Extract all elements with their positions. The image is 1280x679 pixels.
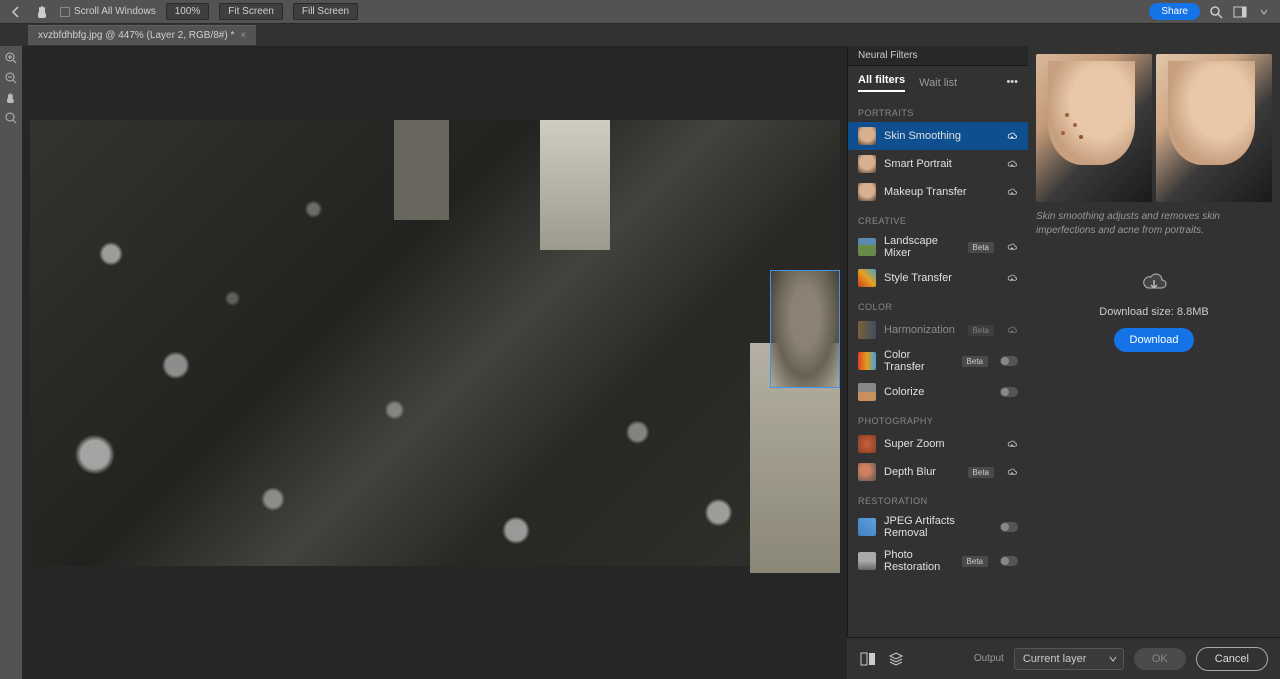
zoom-in-icon[interactable] <box>3 50 19 66</box>
section-color: COLOR <box>848 292 1028 316</box>
skin-smoothing-thumb-icon <box>858 127 876 145</box>
chevron-down-icon <box>1109 655 1117 663</box>
document-image <box>30 120 840 566</box>
filter-super-zoom[interactable]: Super Zoom <box>848 430 1028 458</box>
filter-detail-pane: Skin smoothing adjusts and removes skin … <box>1028 46 1280 679</box>
filter-style-transfer[interactable]: Style Transfer <box>848 264 1028 292</box>
options-toolbar: Scroll All Windows 100% Fit Screen Fill … <box>0 0 1280 24</box>
cloud-download-large-icon <box>1138 268 1170 296</box>
filter-harmonization[interactable]: Harmonization Beta <box>848 316 1028 344</box>
harmonization-thumb-icon <box>858 321 876 339</box>
output-label: Output <box>974 653 1004 664</box>
depth-blur-thumb-icon <box>858 463 876 481</box>
colorize-thumb-icon <box>858 383 876 401</box>
canvas[interactable] <box>22 46 847 679</box>
cloud-download-icon[interactable] <box>1006 186 1018 198</box>
filter-photo-restoration[interactable]: Photo Restoration Beta <box>848 544 1028 578</box>
color-transfer-thumb-icon <box>858 352 876 370</box>
filter-color-transfer[interactable]: Color Transfer Beta <box>848 344 1028 378</box>
fill-screen-button[interactable]: Fill Screen <box>293 3 358 20</box>
cloud-download-icon[interactable] <box>1006 158 1018 170</box>
zoom-level-button[interactable]: 100% <box>166 3 210 20</box>
smart-portrait-thumb-icon <box>858 155 876 173</box>
back-icon[interactable] <box>8 4 24 20</box>
panel-title: Neural Filters <box>848 46 1028 66</box>
makeup-transfer-thumb-icon <box>858 183 876 201</box>
style-transfer-thumb-icon <box>858 269 876 287</box>
hand-icon[interactable] <box>3 90 19 106</box>
cloud-download-icon[interactable] <box>1006 438 1018 450</box>
layers-icon[interactable] <box>887 650 905 668</box>
fit-screen-button[interactable]: Fit Screen <box>219 3 283 20</box>
cloud-download-icon[interactable] <box>1006 272 1018 284</box>
close-icon[interactable]: × <box>240 30 246 41</box>
filter-jpeg-artifacts[interactable]: JPEG Artifacts Removal <box>848 510 1028 544</box>
jpeg-artifacts-thumb-icon <box>858 518 876 536</box>
beta-badge: Beta <box>962 556 988 567</box>
hand-tool-icon[interactable] <box>34 4 50 20</box>
preview-after-image <box>1156 54 1272 202</box>
beta-badge: Beta <box>968 467 994 478</box>
document-tab[interactable]: xvzbfdhbfg.jpg @ 447% (Layer 2, RGB/8#) … <box>28 25 256 45</box>
bottom-bar: Output Current layer OK Cancel <box>847 637 1280 679</box>
beta-badge: Beta <box>968 325 994 336</box>
section-portraits: PORTRAITS <box>848 98 1028 122</box>
filter-description: Skin smoothing adjusts and removes skin … <box>1036 210 1272 238</box>
chevron-down-icon[interactable] <box>1256 4 1272 20</box>
photo-restoration-thumb-icon <box>858 552 876 570</box>
cloud-download-icon[interactable] <box>1006 324 1018 336</box>
beta-badge: Beta <box>968 242 994 253</box>
zoom-tool-icon[interactable] <box>3 110 19 126</box>
preview-before-image <box>1036 54 1152 202</box>
filter-makeup-transfer[interactable]: Makeup Transfer <box>848 178 1028 206</box>
cloud-download-icon[interactable] <box>1006 241 1018 253</box>
section-restoration: RESTORATION <box>848 486 1028 510</box>
tab-title: xvzbfdhbfg.jpg @ 447% (Layer 2, RGB/8#) … <box>38 30 234 41</box>
section-creative: CREATIVE <box>848 206 1028 230</box>
toggle-switch[interactable] <box>1000 387 1018 397</box>
filter-smart-portrait[interactable]: Smart Portrait <box>848 150 1028 178</box>
filter-depth-blur[interactable]: Depth Blur Beta <box>848 458 1028 486</box>
search-icon[interactable] <box>1208 4 1224 20</box>
more-icon[interactable]: ••• <box>1006 76 1018 88</box>
ok-button[interactable]: OK <box>1134 648 1186 670</box>
toggle-switch[interactable] <box>1000 356 1018 366</box>
filter-colorize[interactable]: Colorize <box>848 378 1028 406</box>
toggle-switch[interactable] <box>1000 556 1018 566</box>
scroll-all-label: Scroll All Windows <box>74 6 156 17</box>
tab-all-filters[interactable]: All filters <box>858 74 905 92</box>
workspace-icon[interactable] <box>1232 4 1248 20</box>
beta-badge: Beta <box>962 356 988 367</box>
super-zoom-thumb-icon <box>858 435 876 453</box>
download-size-label: Download size: 8.8MB <box>1099 306 1208 318</box>
download-button[interactable]: Download <box>1114 328 1195 352</box>
scroll-all-checkbox[interactable]: Scroll All Windows <box>60 6 156 17</box>
zoom-out-icon[interactable] <box>3 70 19 86</box>
share-button[interactable]: Share <box>1149 3 1200 20</box>
landscape-mixer-thumb-icon <box>858 238 876 256</box>
face-selection-box <box>770 270 840 388</box>
tab-wait-list[interactable]: Wait list <box>919 77 957 89</box>
cancel-button[interactable]: Cancel <box>1196 647 1268 671</box>
cloud-download-icon[interactable] <box>1006 130 1018 142</box>
document-tabbar: xvzbfdhbfg.jpg @ 447% (Layer 2, RGB/8#) … <box>0 24 1280 46</box>
toggle-switch[interactable] <box>1000 522 1018 532</box>
left-toolbar <box>0 46 22 679</box>
filter-skin-smoothing[interactable]: Skin Smoothing <box>848 122 1028 150</box>
cloud-download-icon[interactable] <box>1006 466 1018 478</box>
output-select[interactable]: Current layer <box>1014 648 1124 670</box>
filter-landscape-mixer[interactable]: Landscape Mixer Beta <box>848 230 1028 264</box>
compare-icon[interactable] <box>859 650 877 668</box>
neural-filters-panel: Neural Filters All filters Wait list •••… <box>847 46 1280 679</box>
section-photography: PHOTOGRAPHY <box>848 406 1028 430</box>
